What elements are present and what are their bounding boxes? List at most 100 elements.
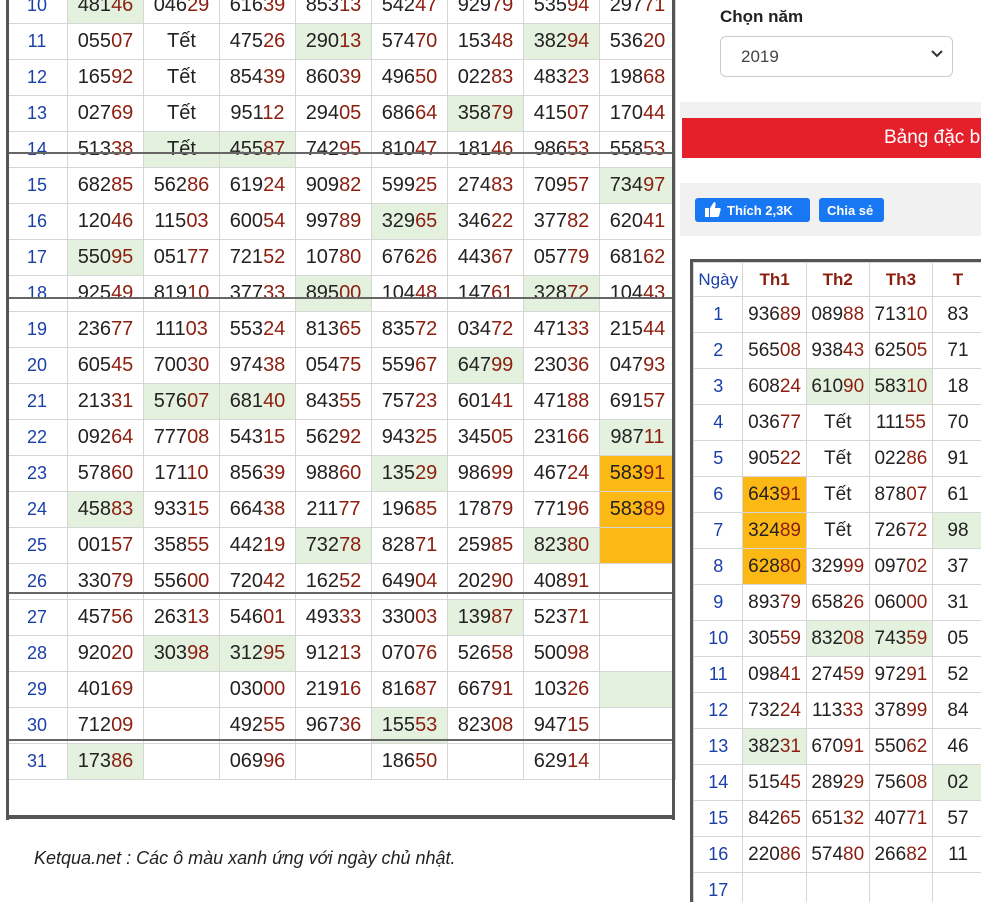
- result-cell: 45756: [68, 600, 144, 636]
- result-cell: 53620: [600, 24, 676, 60]
- month-column-header: Th2: [806, 263, 869, 297]
- table-row: 2060545700309743805475559676479923036047…: [7, 348, 676, 384]
- result-cell: 90522: [743, 441, 806, 477]
- result-cell: 61924: [220, 168, 296, 204]
- result-cell: 54247: [372, 0, 448, 24]
- result-cell: 68664: [372, 96, 448, 132]
- table-border-bottom: [6, 815, 675, 819]
- result-cell: 59925: [372, 168, 448, 204]
- result-cell: 84265: [743, 801, 806, 837]
- table-border-left: [6, 0, 9, 820]
- result-cell: 19868: [600, 60, 676, 96]
- table-row: 1892549819103773389500104481476132872104…: [7, 276, 676, 312]
- result-cell: 98860: [296, 456, 372, 492]
- left-results-panel: 1048146046296163985313542479297953594297…: [0, 0, 678, 820]
- result-cell: 44367: [448, 240, 524, 276]
- result-cell: 69157: [600, 384, 676, 420]
- result-cell: 46: [933, 729, 981, 765]
- result-cell: 23166: [524, 420, 600, 456]
- result-cell: 71: [933, 333, 981, 369]
- result-cell: 26313: [144, 600, 220, 636]
- special-table-banner[interactable]: Bảng đặc b: [682, 118, 981, 158]
- table-row: 1622086574802668211: [694, 837, 981, 873]
- day-cell: 5: [694, 441, 743, 477]
- result-cell: 18146: [448, 132, 524, 168]
- result-cell: 11503: [144, 204, 220, 240]
- result-cell: 61: [933, 477, 981, 513]
- result-cell: 27483: [448, 168, 524, 204]
- day-cell: 28: [7, 636, 68, 672]
- result-cell: 03472: [448, 312, 524, 348]
- result-cell: 64904: [372, 564, 448, 600]
- result-cell: 02286: [869, 441, 932, 477]
- result-cell: 95112: [220, 96, 296, 132]
- result-cell: 17879: [448, 492, 524, 528]
- year-picker-label: Chọn năm: [720, 7, 803, 27]
- share-label: Chia sẻ: [827, 203, 873, 218]
- result-cell: 91: [933, 441, 981, 477]
- result-cell: 21916: [296, 672, 372, 708]
- result-cell: 52: [933, 657, 981, 693]
- result-cell: Tết: [806, 513, 869, 549]
- day-cell: 16: [694, 837, 743, 873]
- month-column-header: Th3: [869, 263, 932, 297]
- result-cell: 03677: [743, 405, 806, 441]
- result-cell: 50098: [524, 636, 600, 672]
- day-cell: 1: [694, 297, 743, 333]
- result-cell: [144, 744, 220, 780]
- table-row: 989379658260600031: [694, 585, 981, 621]
- result-cell: 72672: [869, 513, 932, 549]
- table-row: 2745756263135460149333330031398752371: [7, 600, 676, 636]
- result-cell: 03000: [220, 672, 296, 708]
- result-cell: 55967: [372, 348, 448, 384]
- result-cell: 51545: [743, 765, 806, 801]
- left-results-table: 1048146046296163985313542479297953594297…: [6, 0, 676, 780]
- result-cell: 29013: [296, 24, 372, 60]
- chevron-down-icon: [930, 46, 944, 60]
- result-cell: 55062: [869, 729, 932, 765]
- result-cell: 60545: [68, 348, 144, 384]
- table-row: 732489Tết7267298: [694, 513, 981, 549]
- table-border-right: [672, 0, 675, 820]
- result-cell: 25985: [448, 528, 524, 564]
- result-cell: 60824: [743, 369, 806, 405]
- result-cell: 66791: [448, 672, 524, 708]
- table-row: 2500157358554421973278828712598582380: [7, 528, 676, 564]
- day-cell: 21: [7, 384, 68, 420]
- result-cell: [448, 744, 524, 780]
- result-cell: 60054: [220, 204, 296, 240]
- month-column-header: Th1: [743, 263, 806, 297]
- result-cell: 91213: [296, 636, 372, 672]
- result-cell: 08988: [806, 297, 869, 333]
- result-cell: 29771: [600, 0, 676, 24]
- result-cell: 48146: [68, 0, 144, 24]
- result-cell: 89500: [296, 276, 372, 312]
- year-select[interactable]: 2019: [720, 36, 953, 77]
- result-cell: [144, 672, 220, 708]
- result-cell: 98711: [600, 420, 676, 456]
- result-cell: 57470: [372, 24, 448, 60]
- result-cell: [600, 744, 676, 780]
- result-cell: 37733: [220, 276, 296, 312]
- result-cell: 90982: [296, 168, 372, 204]
- table-row: 2357860171108563998860135299869946724583…: [7, 456, 676, 492]
- result-cell: 68140: [220, 384, 296, 420]
- result-cell: 17044: [600, 96, 676, 132]
- result-cell: 54601: [220, 600, 296, 636]
- result-cell: 67091: [806, 729, 869, 765]
- day-cell: 25: [7, 528, 68, 564]
- result-cell: 77708: [144, 420, 220, 456]
- result-cell: 94325: [372, 420, 448, 456]
- result-cell: 97291: [869, 657, 932, 693]
- result-cell: 70030: [144, 348, 220, 384]
- like-label: Thích 2,3K: [727, 203, 793, 218]
- result-cell: 56292: [296, 420, 372, 456]
- result-cell: 26682: [869, 837, 932, 873]
- result-cell: 40771: [869, 801, 932, 837]
- facebook-like-button[interactable]: Thích 2,3K: [695, 198, 810, 222]
- facebook-share-button[interactable]: Chia sẻ: [819, 198, 884, 222]
- week-separator: [9, 592, 672, 594]
- banner-title: Bảng đặc b: [884, 127, 980, 149]
- table-row: 1451338Tết455877429581047181469865355853: [7, 132, 676, 168]
- result-cell: 68285: [68, 168, 144, 204]
